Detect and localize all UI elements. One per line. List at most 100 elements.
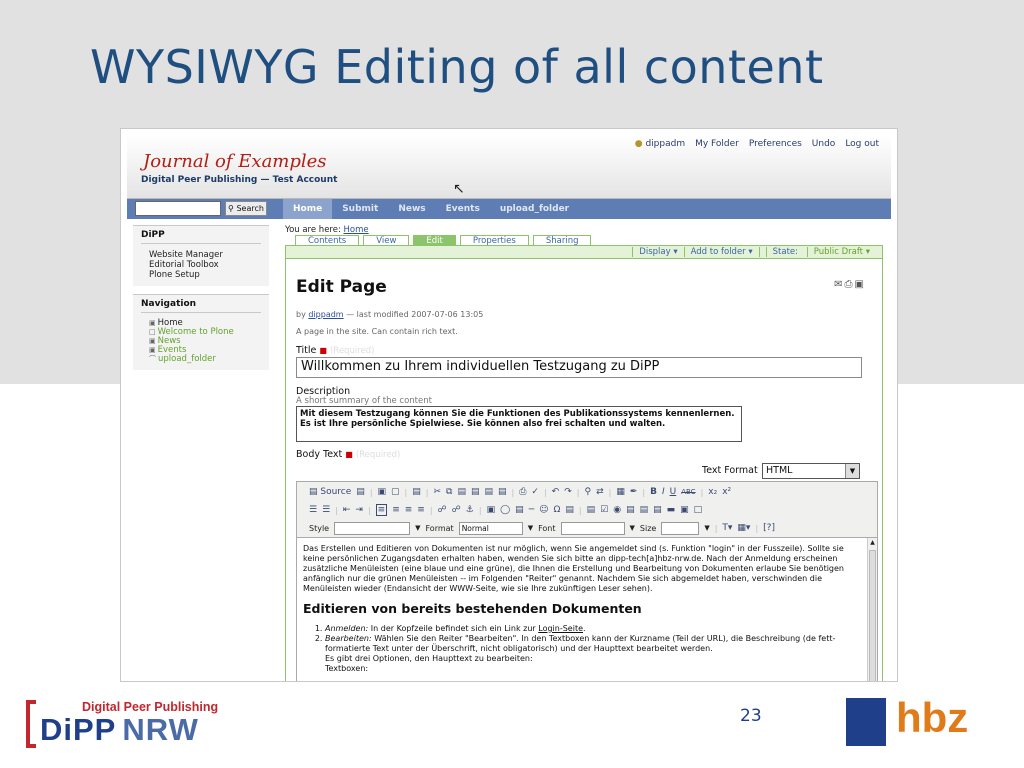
portlet-item-website-manager[interactable]: Website Manager xyxy=(141,250,261,260)
source-button[interactable]: ▤ Source xyxy=(309,487,351,497)
events-icon: ▣ xyxy=(149,346,156,354)
news-icon: ▣ xyxy=(149,337,156,345)
mail-icon[interactable]: ✉ xyxy=(834,279,844,290)
format-select[interactable]: Normal xyxy=(458,521,523,535)
body-text-label: Body Text ■ (Required) xyxy=(296,449,401,460)
link-icon[interactable]: ☍ xyxy=(438,505,447,515)
background-color-icon[interactable]: ▦▾ xyxy=(737,523,750,533)
fullscreen-icon[interactable]: ▣ xyxy=(855,279,866,290)
help-icon[interactable]: [?] xyxy=(763,523,775,533)
paste-icon[interactable]: ▤ xyxy=(457,487,466,497)
anchor-icon[interactable]: ⚓ xyxy=(466,505,474,515)
italic-icon[interactable]: I xyxy=(662,487,665,497)
display-menu[interactable]: Display ▾ xyxy=(632,247,683,257)
indent-icon[interactable]: ⇥ xyxy=(355,505,363,515)
image-icon[interactable]: ▣ xyxy=(487,505,496,515)
checkbox-icon[interactable]: ☑ xyxy=(600,505,608,515)
print-icon[interactable]: ⎙ xyxy=(845,279,855,290)
font-select[interactable] xyxy=(560,521,625,535)
size-select[interactable] xyxy=(661,521,700,535)
personal-my-folder[interactable]: My Folder xyxy=(695,139,739,149)
toolbar-row-3: Style ▼ Format Normal ▼ Font ▼ Size ▼ | xyxy=(309,521,775,535)
print-icon[interactable]: ⎙ xyxy=(519,487,526,497)
numbered-list-icon[interactable]: ☰ xyxy=(309,505,317,515)
find-icon[interactable]: ⚲ xyxy=(584,487,591,497)
button-field-icon[interactable]: ▬ xyxy=(667,505,676,515)
site-title[interactable]: Journal of Examples xyxy=(143,151,327,172)
strikethrough-icon[interactable]: ABC xyxy=(681,488,695,496)
toolbar-row-2: ☰ ☰ | ⇤ ⇥ | ≡ ≡ ≡ ≡ | ☍ ☍ ⚓ | ▣ ◯ ▤ ─ ☺ … xyxy=(309,504,703,516)
textfield-icon[interactable]: ▤ xyxy=(626,505,635,515)
save-icon[interactable]: ▣ xyxy=(378,487,387,497)
image-button-icon[interactable]: ▣ xyxy=(680,505,689,515)
personal-undo[interactable]: Undo xyxy=(812,139,836,149)
document-icon[interactable]: ▤ xyxy=(412,487,421,497)
smiley-icon[interactable]: ☺ xyxy=(539,505,548,515)
align-right-icon[interactable]: ≡ xyxy=(405,505,413,515)
nav-tab-news[interactable]: News xyxy=(388,199,435,219)
remove-format-icon[interactable]: ✒ xyxy=(630,487,638,497)
align-justify-icon[interactable]: ≡ xyxy=(417,505,425,515)
form-icon[interactable]: ▤ xyxy=(587,505,596,515)
nav-tab-submit[interactable]: Submit xyxy=(332,199,388,219)
subscript-icon[interactable]: x₂ xyxy=(708,487,717,497)
undo-icon[interactable]: ↶ xyxy=(552,487,560,497)
personal-preferences[interactable]: Preferences xyxy=(749,139,802,149)
outdent-icon[interactable]: ⇤ xyxy=(343,505,351,515)
bold-icon[interactable]: B xyxy=(650,487,657,497)
editor-scrollbar[interactable]: ▲ xyxy=(867,538,877,681)
superscript-icon[interactable]: x² xyxy=(722,487,731,497)
description-textarea[interactable]: Mit diesem Testzugang können Sie die Fun… xyxy=(296,406,742,442)
spellcheck-icon[interactable]: ✓ xyxy=(531,487,539,497)
align-left-icon[interactable]: ≡ xyxy=(375,504,388,516)
paste-word-icon[interactable]: ▤ xyxy=(484,487,493,497)
breadcrumb-home-link[interactable]: Home xyxy=(344,225,369,235)
search-input[interactable] xyxy=(135,201,221,216)
portlet-item-editorial-toolbox[interactable]: Editorial Toolbox xyxy=(141,260,261,270)
scroll-thumb[interactable] xyxy=(869,550,876,681)
textarea-icon[interactable]: ▤ xyxy=(640,505,649,515)
flash-icon[interactable]: ◯ xyxy=(500,505,510,515)
replace-icon[interactable]: ⇄ xyxy=(596,487,604,497)
add-to-folder-menu[interactable]: Add to folder ▾ xyxy=(683,247,759,257)
author-link[interactable]: dippadm xyxy=(308,310,343,319)
personal-logout[interactable]: Log out xyxy=(845,139,879,149)
templates-icon[interactable]: ▤ xyxy=(356,487,365,497)
underline-icon[interactable]: U xyxy=(670,487,677,497)
portlet-item-plone-setup[interactable]: Plone Setup xyxy=(141,270,261,280)
editor-content[interactable]: Das Erstellen und Editieren von Dokument… xyxy=(303,544,865,681)
bulleted-list-icon[interactable]: ☰ xyxy=(322,505,330,515)
cut-icon[interactable]: ✂ xyxy=(433,487,441,497)
horizontal-rule-icon[interactable]: ─ xyxy=(529,505,534,515)
align-center-icon[interactable]: ≡ xyxy=(392,505,400,515)
copy-icon[interactable]: ⧉ xyxy=(446,487,452,497)
state-menu[interactable]: State: Public Draft ▾ xyxy=(758,247,882,257)
select-field-icon[interactable]: ▤ xyxy=(653,505,662,515)
style-select[interactable] xyxy=(334,521,411,535)
title-field[interactable]: Willkommen zu Ihrem individuellen Testzu… xyxy=(296,357,862,378)
special-char-icon[interactable]: Ω xyxy=(554,505,561,515)
nav-tab-upload-folder[interactable]: upload_folder xyxy=(490,199,579,219)
nav-tab-home[interactable]: Home xyxy=(283,199,333,219)
paste-html-icon[interactable]: ▤ xyxy=(498,487,507,497)
global-navbar: ⚲ Search Home Submit News Events upload_… xyxy=(127,199,891,219)
text-format-select[interactable]: HTML ▼ xyxy=(762,463,860,479)
search-button[interactable]: ⚲ Search xyxy=(225,201,267,216)
select-all-icon[interactable]: ▦ xyxy=(616,487,625,497)
personal-user[interactable]: ● dippadm xyxy=(635,139,685,149)
search-icon: ⚲ xyxy=(228,204,234,213)
nav-tab-events[interactable]: Events xyxy=(436,199,490,219)
nav-item-upload-folder[interactable]: ⌒ upload_folder xyxy=(141,355,261,364)
login-page-link[interactable]: Login-Seite xyxy=(538,624,583,633)
radio-icon[interactable]: ◉ xyxy=(613,505,621,515)
hidden-field-icon[interactable]: □ xyxy=(694,505,703,515)
text-color-icon[interactable]: T▾ xyxy=(722,523,732,533)
unlink-icon[interactable]: ☍ xyxy=(452,505,461,515)
folder-icon: ▣ xyxy=(149,319,156,327)
scroll-up-icon[interactable]: ▲ xyxy=(868,538,877,548)
preview-icon[interactable]: ▢ xyxy=(391,487,400,497)
paste-text-icon[interactable]: ▤ xyxy=(471,487,480,497)
table-icon[interactable]: ▤ xyxy=(515,505,524,515)
page-break-icon[interactable]: ▤ xyxy=(565,505,574,515)
redo-icon[interactable]: ↷ xyxy=(564,487,572,497)
